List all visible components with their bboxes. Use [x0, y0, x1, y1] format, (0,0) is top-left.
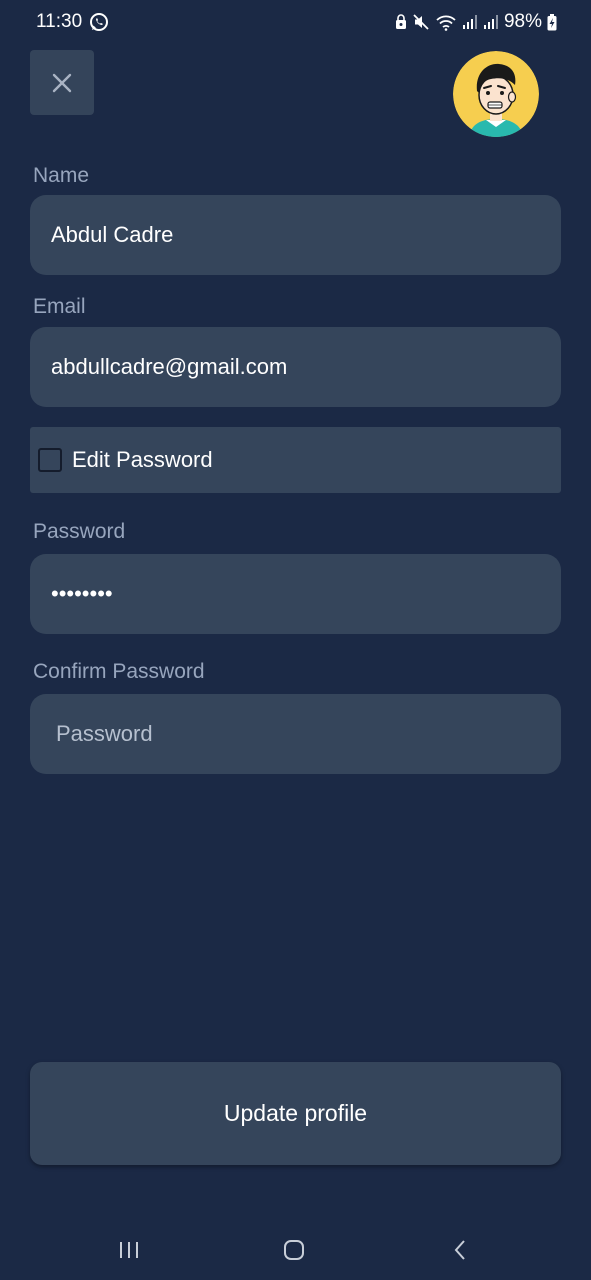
update-profile-button[interactable]: Update profile [30, 1062, 561, 1165]
name-input[interactable] [51, 222, 561, 248]
navigation-bar [0, 1220, 591, 1280]
avatar-illustration [453, 51, 539, 137]
battery-level: 98% [503, 11, 542, 32]
email-field[interactable] [30, 327, 561, 407]
home-icon [284, 1240, 304, 1260]
recent-apps-button[interactable] [104, 1230, 154, 1270]
home-button[interactable] [269, 1230, 319, 1270]
signal-icon-2 [483, 15, 498, 29]
wifi-icon [436, 15, 456, 31]
name-label: Name [33, 164, 90, 187]
confirm-password-input[interactable] [56, 721, 561, 747]
name-field[interactable] [30, 195, 561, 275]
status-icons: 98% [395, 10, 557, 34]
password-input[interactable] [51, 581, 561, 607]
confirm-password-label: Confirm Password [33, 660, 205, 683]
battery-charging-icon [547, 13, 557, 30]
password-field[interactable] [30, 554, 561, 634]
avatar[interactable] [453, 51, 539, 137]
lock-icon [395, 14, 406, 29]
back-button[interactable] [435, 1230, 485, 1270]
recent-apps-icon [120, 1242, 138, 1258]
edit-password-label: Edit Password [72, 447, 213, 472]
email-label: Email [33, 295, 86, 318]
password-label: Password [33, 520, 126, 543]
whatsapp-icon [90, 13, 108, 31]
signal-icon [462, 15, 477, 29]
confirm-password-field[interactable] [30, 694, 561, 774]
email-input[interactable] [51, 354, 561, 380]
status-time: 11:30 [36, 11, 83, 32]
close-icon [52, 73, 72, 92]
edit-password-toggle[interactable]: Edit Password [30, 427, 561, 493]
close-button[interactable] [30, 50, 94, 115]
mute-icon [413, 14, 429, 30]
edit-password-checkbox[interactable] [38, 448, 62, 472]
back-icon [454, 1240, 465, 1260]
status-bar: 11:30 98% [0, 0, 591, 44]
